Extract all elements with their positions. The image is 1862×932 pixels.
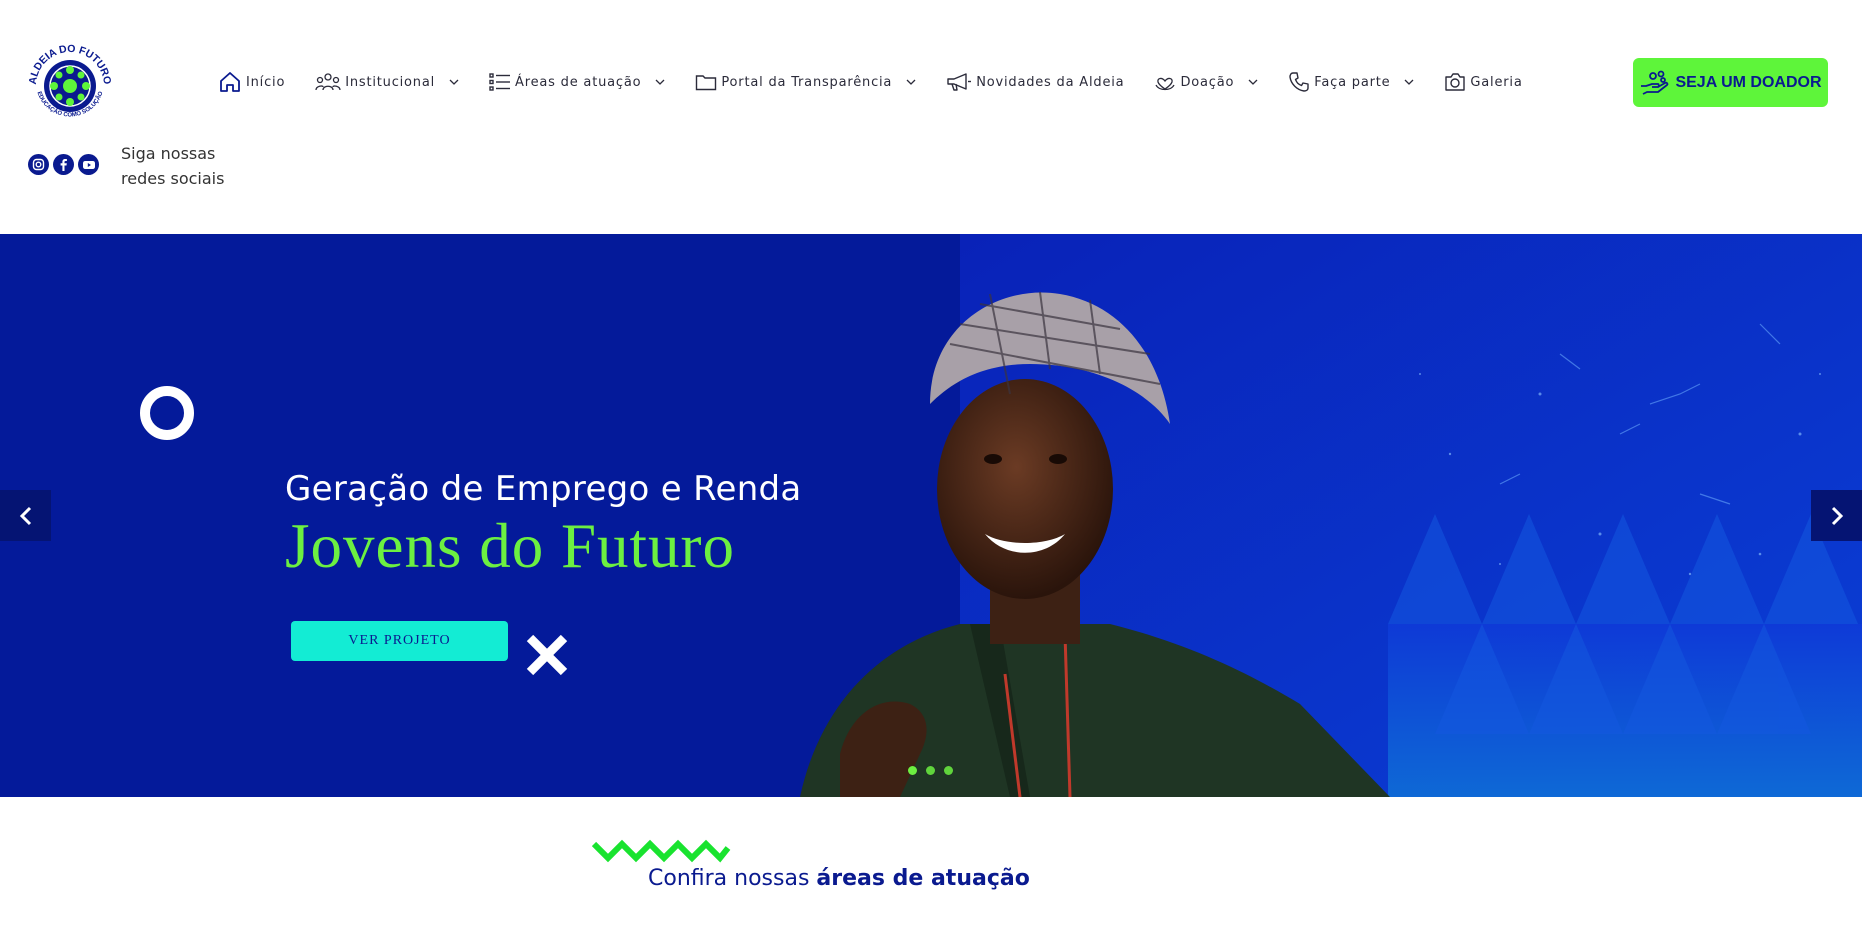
zigzag-decoration (591, 839, 731, 863)
nav-label: Doação (1180, 74, 1235, 90)
carousel-dot[interactable] (908, 766, 917, 775)
carousel-dot[interactable] (926, 766, 935, 775)
people-icon (315, 73, 341, 91)
nav-label: Institucional (345, 74, 436, 90)
facebook-icon[interactable] (53, 154, 74, 175)
camera-icon (1445, 73, 1466, 91)
youtube-icon[interactable] (78, 154, 99, 175)
hero-background (0, 234, 1862, 797)
chevron-down-icon (655, 79, 665, 85)
carousel-dots (908, 766, 953, 775)
instagram-icon[interactable] (28, 154, 49, 175)
nav-label: Áreas de atuação (515, 74, 642, 90)
carousel-prev-button[interactable] (0, 490, 51, 541)
close-icon (526, 634, 568, 676)
decorative-ring (140, 386, 194, 440)
list-icon (489, 73, 511, 91)
carousel-dot[interactable] (944, 766, 953, 775)
megaphone-icon (947, 73, 972, 91)
hero-carousel: Geração de Emprego e Renda Jovens do Fut… (0, 234, 1862, 797)
chevron-down-icon (449, 79, 459, 85)
chevron-down-icon (1248, 79, 1258, 85)
main-nav: Início Institucional Áreas de atuação Po… (218, 70, 1553, 94)
carousel-next-button[interactable] (1811, 490, 1862, 541)
chevron-down-icon (906, 79, 916, 85)
heart-hand-icon (1155, 77, 1176, 91)
donate-hand-icon (1641, 70, 1669, 95)
nav-label: Novidades da Aldeia (976, 74, 1125, 90)
hero-title: Jovens do Futuro (285, 511, 736, 581)
site-header: ALDEIA DO FUTURO EDUCAÇÃO COMO SOLUÇÃO S… (0, 0, 1862, 234)
social-label: Siga nossas redes sociais (121, 144, 225, 188)
nav-item-institucional[interactable]: Institucional (315, 72, 459, 92)
home-icon (220, 72, 240, 92)
chevron-right-icon (1831, 506, 1843, 525)
nav-item-areas[interactable]: Áreas de atuação (489, 72, 665, 92)
nav-item-galeria[interactable]: Galeria (1444, 72, 1522, 92)
view-project-button[interactable]: VER PROJETO (291, 621, 508, 661)
section-title: Confira nossas áreas de atuação (648, 866, 1030, 891)
nav-label: Galeria (1470, 74, 1523, 90)
phone-icon (1289, 72, 1309, 92)
nav-item-faca-parte[interactable]: Faça parte (1288, 71, 1414, 93)
nav-label: Portal da Transparência (721, 74, 893, 90)
nav-item-transparencia[interactable]: Portal da Transparência (695, 73, 916, 91)
hero-subtitle: Geração de Emprego e Renda (285, 469, 802, 509)
section-title-prefix: Confira nossas (648, 866, 817, 891)
nav-item-novidades[interactable]: Novidades da Aldeia (946, 72, 1124, 92)
chevron-left-icon (19, 506, 31, 525)
nav-label: Início (246, 74, 286, 90)
section-title-highlight: áreas de atuação (816, 866, 1030, 891)
social-links (28, 154, 99, 175)
aldeia-logo[interactable]: ALDEIA DO FUTURO EDUCAÇÃO COMO SOLUÇÃO (24, 36, 116, 128)
chevron-down-icon (1404, 79, 1414, 85)
nav-item-doacao[interactable]: Doação (1154, 71, 1258, 93)
nav-label: Faça parte (1314, 74, 1391, 90)
donate-button[interactable]: SEJA UM DOADOR (1633, 58, 1828, 107)
donate-button-label: SEJA UM DOADOR (1675, 73, 1822, 91)
folder-icon (696, 75, 717, 91)
nav-item-inicio[interactable]: Início (218, 70, 285, 94)
